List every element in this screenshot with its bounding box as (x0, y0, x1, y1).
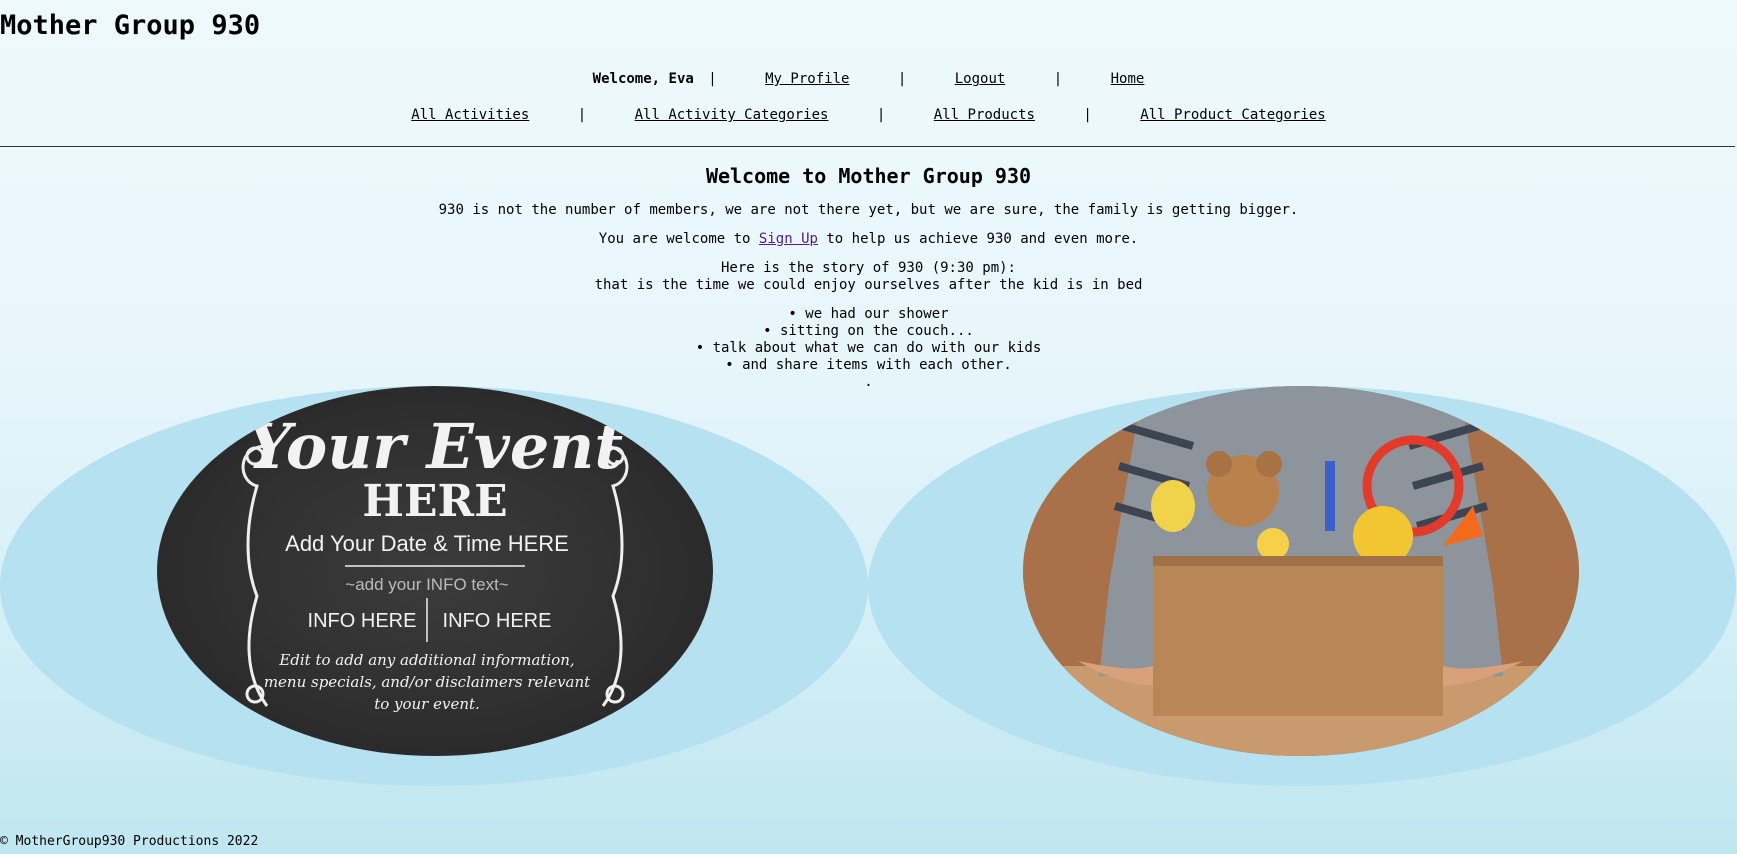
catalog-nav: All Activities | All Activity Categories… (0, 107, 1737, 123)
event-here-text: HERE (362, 476, 507, 527)
list-item: we had our shower (0, 306, 1737, 323)
chalkboard-graphic: Your Event HERE Add Your Date & Time HER… (241, 410, 629, 713)
intro-text: 930 is not the number of members, we are… (438, 202, 1299, 218)
all-product-categories-link[interactable]: All Product Categories (1140, 107, 1325, 123)
toy-box-image (1023, 386, 1579, 756)
story-line-1: Here is the story of 930 (9:30 pm): (720, 260, 1016, 276)
list-item: talk about what we can do with our kids (0, 340, 1737, 357)
header-divider (0, 146, 1735, 147)
story-list: we had our shower sitting on the couch..… (0, 306, 1737, 374)
site-title: Mother Group 930 (0, 10, 261, 41)
home-link[interactable]: Home (1111, 71, 1145, 87)
all-activities-link[interactable]: All Activities (411, 107, 529, 123)
event-info-right: INFO HERE (443, 610, 552, 632)
all-products-link[interactable]: All Products (934, 107, 1035, 123)
event-title-text: Your Event (247, 410, 623, 483)
nav-separator: | (577, 107, 587, 123)
list-item: and share items with each other. (0, 357, 1737, 374)
event-banner: Your Event HERE Add Your Date & Time HER… (0, 386, 868, 786)
signup-prefix: You are welcome to (598, 231, 759, 247)
event-info-text: ~add your INFO text~ (345, 575, 509, 594)
event-note-2: menu specials, and/or disclaimers releva… (264, 673, 591, 691)
nav-separator: | (876, 107, 886, 123)
all-activity-categories-link[interactable]: All Activity Categories (635, 107, 829, 123)
donation-banner (868, 386, 1736, 786)
list-item: sitting on the couch... (0, 323, 1737, 340)
story-line-2: that is the time we could enjoy ourselve… (594, 277, 1143, 293)
nav-separator: | (708, 71, 717, 87)
nav-separator: | (897, 71, 907, 87)
main-content: Welcome to Mother Group 930 930 is not t… (0, 162, 1737, 402)
nav-separator: | (1083, 107, 1092, 123)
story-paragraph: Here is the story of 930 (9:30 pm): that … (0, 260, 1737, 294)
signup-suffix: to help us achieve 930 and even more. (817, 231, 1139, 247)
welcome-text: Welcome, Eva (592, 71, 694, 87)
signup-paragraph: You are welcome to Sign Up to help us ac… (0, 231, 1737, 248)
event-info-left: INFO HERE (308, 610, 417, 632)
event-chalkboard-image: Your Event HERE Add Your Date & Time HER… (157, 386, 713, 756)
user-nav: Welcome, Eva | My Profile | Logout | Hom… (0, 71, 1737, 87)
sign-up-link[interactable]: Sign Up (759, 231, 818, 247)
event-note-3: to your event. (374, 695, 480, 713)
welcome-heading: Welcome to Mother Group 930 (705, 164, 1032, 188)
nav-separator: | (1053, 71, 1063, 87)
trailing-dot: . (864, 374, 873, 390)
logout-link[interactable]: Logout (955, 71, 1006, 87)
event-note-1: Edit to add any additional information, (278, 651, 574, 669)
event-date-text: Add Your Date & Time HERE (285, 531, 569, 556)
toy-box-graphic (1023, 386, 1579, 756)
footer-copyright: © MotherGroup930 Productions 2022 (0, 834, 259, 849)
my-profile-link[interactable]: My Profile (765, 71, 849, 87)
